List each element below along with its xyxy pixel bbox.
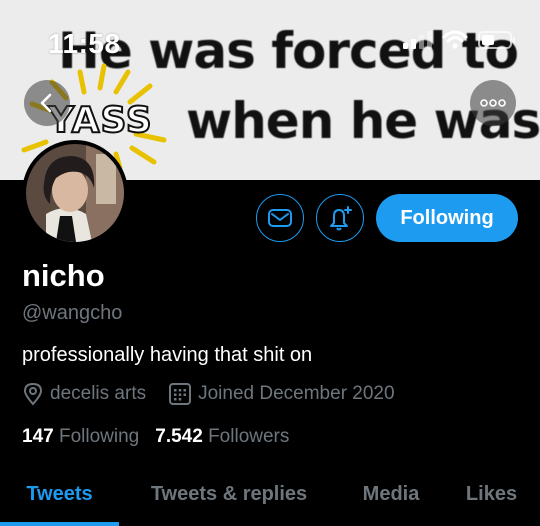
status-bar: 11:58 xyxy=(0,0,540,70)
tab-media[interactable]: Media xyxy=(339,462,443,526)
followers-count: 7.542 xyxy=(155,426,203,447)
message-button[interactable] xyxy=(256,194,304,242)
joined-item: Joined December 2020 xyxy=(168,382,395,406)
back-button[interactable] xyxy=(24,80,70,126)
more-options-button[interactable] xyxy=(470,80,516,126)
display-name: nicho xyxy=(22,258,105,293)
profile-tabs: Tweets Tweets & replies Media Likes xyxy=(0,462,540,526)
tab-tweets[interactable]: Tweets xyxy=(0,462,119,526)
location-text: decelis arts xyxy=(50,383,147,404)
following-count: 147 xyxy=(22,426,54,447)
followers-label: Followers xyxy=(208,426,290,447)
location-pin-icon xyxy=(23,382,43,406)
more-dots-icon xyxy=(480,99,506,107)
cellular-signal-icon xyxy=(403,31,432,49)
status-time: 11:58 xyxy=(48,28,121,59)
profile-meta: decelis arts Joined December 2020 xyxy=(22,382,417,406)
chevron-left-icon xyxy=(40,93,52,113)
bell-plus-icon xyxy=(330,206,352,231)
joined-text: Joined December 2020 xyxy=(198,383,395,404)
calendar-icon xyxy=(169,383,192,405)
tab-likes[interactable]: Likes xyxy=(443,462,540,526)
followers-stat[interactable]: 7.542 Followers xyxy=(155,426,289,448)
wifi-icon xyxy=(442,30,468,49)
mail-icon xyxy=(268,209,292,227)
following-label: Following xyxy=(58,426,140,447)
handle: @wangcho xyxy=(22,302,123,324)
avatar-photo xyxy=(26,144,124,242)
bio: professionally having that shit on xyxy=(22,344,313,366)
status-icons xyxy=(402,30,516,50)
location-item: decelis arts xyxy=(22,382,146,406)
notifications-button[interactable] xyxy=(316,194,364,242)
battery-icon xyxy=(478,31,515,49)
following-button[interactable]: Following xyxy=(376,194,518,242)
following-stat[interactable]: 147 Following xyxy=(22,426,139,448)
active-tab-indicator xyxy=(0,522,119,526)
follow-stats: 147 Following 7.542 Followers xyxy=(22,426,305,448)
avatar[interactable] xyxy=(22,140,128,246)
tab-tweets-replies[interactable]: Tweets & replies xyxy=(119,462,339,526)
